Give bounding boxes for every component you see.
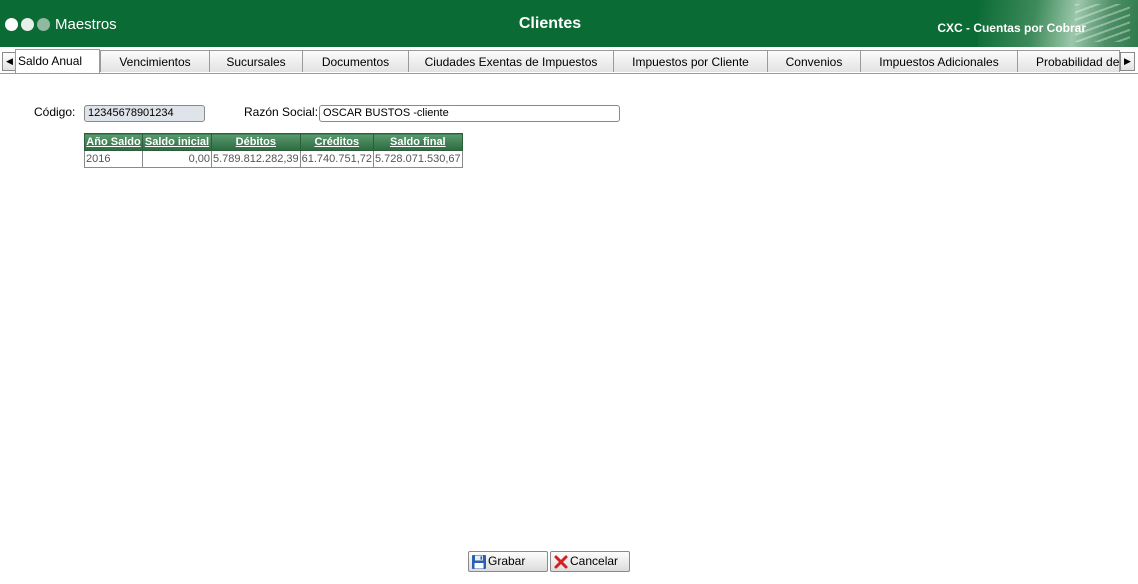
close-icon [554,555,568,568]
col-anio-saldo[interactable]: Año Saldo [84,133,143,151]
cell-creditos: 61.740.751,72 [299,150,375,168]
codigo-field[interactable]: 12345678901234 [84,105,205,122]
razon-social-label: Razón Social: [244,105,319,119]
cancel-button[interactable]: Cancelar [550,551,630,572]
tab-bar: ◀ Saldo Anual Vencimientos Sucursales Do… [0,49,1138,74]
col-saldo-inicial[interactable]: Saldo inicial [142,133,212,151]
codigo-label: Código: [34,105,76,119]
tab-ciudades-exentas[interactable]: Ciudades Exentas de Impuestos [408,50,614,72]
table-header-row: Año Saldo Saldo inicial Débitos Créditos… [84,133,463,151]
tab-impuestos-adicionales[interactable]: Impuestos Adicionales [860,50,1018,72]
cell-saldo-final: 5.728.071.530,67 [373,150,463,168]
tab-vencimientos[interactable]: Vencimientos [100,50,210,72]
tab-probabilidad[interactable]: Probabilidad de [1017,50,1120,72]
tab-convenios[interactable]: Convenios [767,50,861,72]
cell-saldo-inicial: 0,00 [142,150,212,168]
page-title: Clientes [518,15,582,32]
col-saldo-final[interactable]: Saldo final [373,133,463,151]
tab-impuestos-cliente[interactable]: Impuestos por Cliente [613,50,768,72]
app-header: Maestros Clientes CXC - Cuentas por Cobr… [0,0,1138,47]
cell-anio: 2016 [84,150,143,168]
tab-saldo-anual[interactable]: Saldo Anual [15,49,100,73]
col-debitos[interactable]: Débitos [211,133,301,151]
module-title: CXC - Cuentas por Cobrar [937,21,1086,35]
save-button[interactable]: Grabar [468,551,548,572]
razon-social-field[interactable]: OSCAR BUSTOS -cliente [319,105,620,122]
tab-sucursales[interactable]: Sucursales [209,50,303,72]
floppy-disk-icon [472,554,486,569]
scroll-right-icon[interactable]: ▶ [1120,52,1135,71]
saldo-anual-table: Año Saldo Saldo inicial Débitos Créditos… [84,133,463,168]
col-creditos[interactable]: Créditos [299,133,375,151]
cell-debitos: 5.789.812.282,39 [211,150,301,168]
tab-documentos[interactable]: Documentos [302,50,409,72]
save-button-label: Grabar [488,554,526,568]
table-row[interactable]: 2016 0,00 5.789.812.282,39 61.740.751,72… [84,150,463,168]
cancel-button-label: Cancelar [570,554,619,568]
